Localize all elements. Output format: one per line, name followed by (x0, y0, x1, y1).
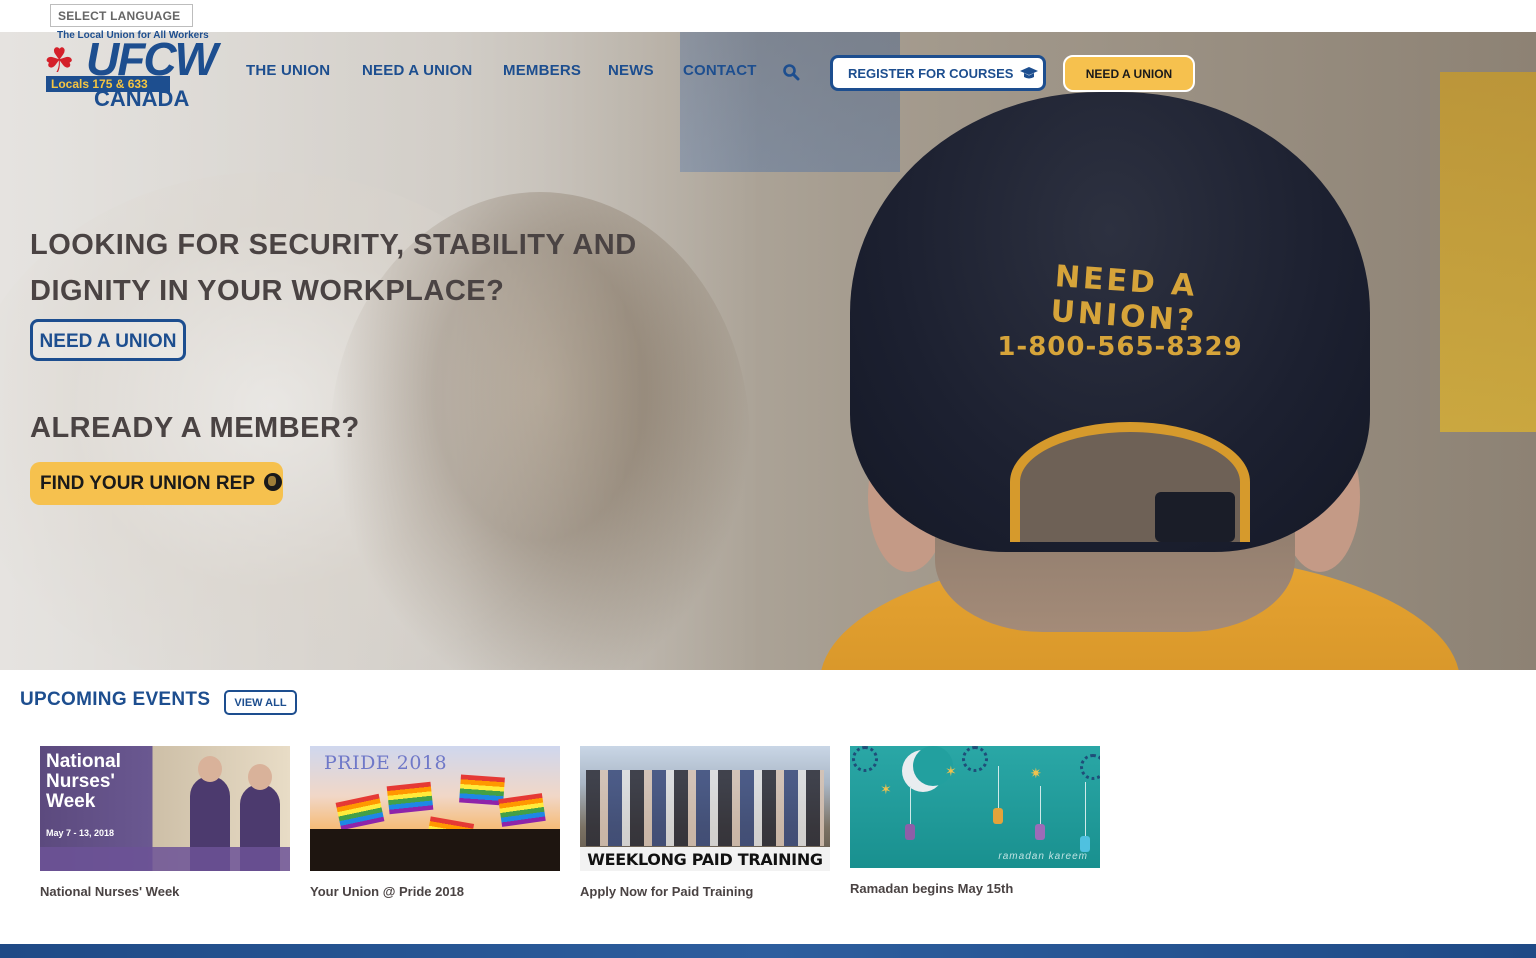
training-image-text: WEEKLONG PAID TRAINING (580, 847, 830, 871)
event-card-ramadan[interactable]: ✶ ✶ ✷ ramadan kareem Ramadan begins May … (850, 746, 1100, 896)
maple-leaf-icon: ☘ (44, 42, 75, 80)
search-icon[interactable] (782, 63, 800, 81)
pride-image-text: PRIDE 2018 (324, 752, 448, 774)
rainbow-flag-icon (335, 793, 385, 831)
lantern-string (998, 766, 999, 810)
lantern-icon (1035, 824, 1045, 840)
event-title[interactable]: Your Union @ Pride 2018 (310, 884, 560, 899)
star-icon: ✶ (880, 781, 892, 797)
event-image-training[interactable]: WEEKLONG PAID TRAINING (580, 746, 830, 871)
event-title[interactable]: Apply Now for Paid Training (580, 884, 830, 899)
nav-item-need-a-union[interactable]: NEED A UNION (362, 62, 472, 84)
lantern-icon (905, 824, 915, 840)
lantern-icon (1080, 836, 1090, 852)
nurse-head (198, 756, 222, 782)
find-union-rep-label: FIND YOUR UNION REP (40, 473, 255, 494)
rainbow-flag-icon (498, 793, 546, 827)
nurse-head-2 (248, 764, 272, 790)
group-photo (586, 770, 824, 846)
event-title[interactable]: National Nurses' Week (40, 884, 290, 899)
hero-banner: NEED A UNION? 1-800-565-8329 (0, 32, 1536, 670)
event-card-pride[interactable]: PRIDE 2018 Your Union @ Pride 2018 (310, 746, 560, 899)
nurses-image-text: National Nurses' Week (46, 751, 121, 812)
events-heading: UPCOMING EVENTS (20, 689, 211, 710)
globe-icon (263, 473, 282, 491)
register-courses-label: REGISTER FOR COURSES (848, 66, 1014, 81)
event-title[interactable]: Ramadan begins May 15th (850, 881, 1100, 896)
star-icon: ✷ (1030, 765, 1042, 781)
lantern-icon (993, 808, 1003, 824)
nurses-image-date: May 7 - 13, 2018 (46, 828, 115, 838)
register-courses-button[interactable]: REGISTER FOR COURSES (830, 55, 1046, 91)
event-image-ramadan[interactable]: ✶ ✶ ✷ ramadan kareem (850, 746, 1100, 868)
footer-band (0, 944, 1536, 958)
header-need-union-button[interactable]: NEED A UNION (1063, 55, 1195, 92)
logo-country: CANADA (94, 86, 190, 111)
ornament-icon (1080, 754, 1100, 780)
ufcw-logo[interactable]: The Local Union for All Workers ☘ UFCW L… (44, 30, 220, 110)
cap-text-phone: 1-800-565-8329 (997, 332, 1243, 362)
image-band (40, 847, 290, 871)
nav-item-the-union[interactable]: THE UNION (246, 62, 330, 84)
language-bar: SELECT LANGUAGE (0, 0, 1536, 32)
event-image-pride[interactable]: PRIDE 2018 (310, 746, 560, 871)
member-heading: ALREADY A MEMBER? (30, 412, 360, 444)
lantern-string (1040, 786, 1041, 826)
hero-cap-strap (1155, 492, 1235, 542)
find-union-rep-button[interactable]: FIND YOUR UNION REP (30, 462, 283, 505)
language-select[interactable]: SELECT LANGUAGE (50, 4, 193, 27)
star-icon: ✶ (945, 763, 957, 779)
hero-background-flag-2 (1440, 72, 1536, 432)
lantern-string (910, 786, 911, 826)
view-all-events-button[interactable]: VIEW ALL (224, 690, 297, 715)
ornament-icon (962, 746, 988, 772)
ramadan-image-text: ramadan kareem (998, 851, 1088, 862)
rainbow-flag-icon (386, 781, 434, 815)
crowd-silhouette (310, 829, 560, 871)
event-image-nurses[interactable]: National Nurses' Week May 7 - 13, 2018 (40, 746, 290, 871)
nav-item-news[interactable]: NEWS (608, 62, 654, 84)
lantern-string (1085, 782, 1086, 838)
hero-headline: LOOKING FOR SECURITY, STABILITY AND DIGN… (30, 229, 637, 307)
nav-item-contact[interactable]: CONTACT (683, 62, 757, 84)
event-card-training[interactable]: WEEKLONG PAID TRAINING Apply Now for Pai… (580, 746, 830, 899)
nav-item-members[interactable]: MEMBERS (503, 62, 581, 84)
event-card-nurses[interactable]: National Nurses' Week May 7 - 13, 2018 N… (40, 746, 290, 899)
ornament-icon (852, 746, 878, 772)
hero-need-union-button[interactable]: NEED A UNION (30, 319, 186, 361)
graduation-cap-icon (1020, 67, 1039, 79)
